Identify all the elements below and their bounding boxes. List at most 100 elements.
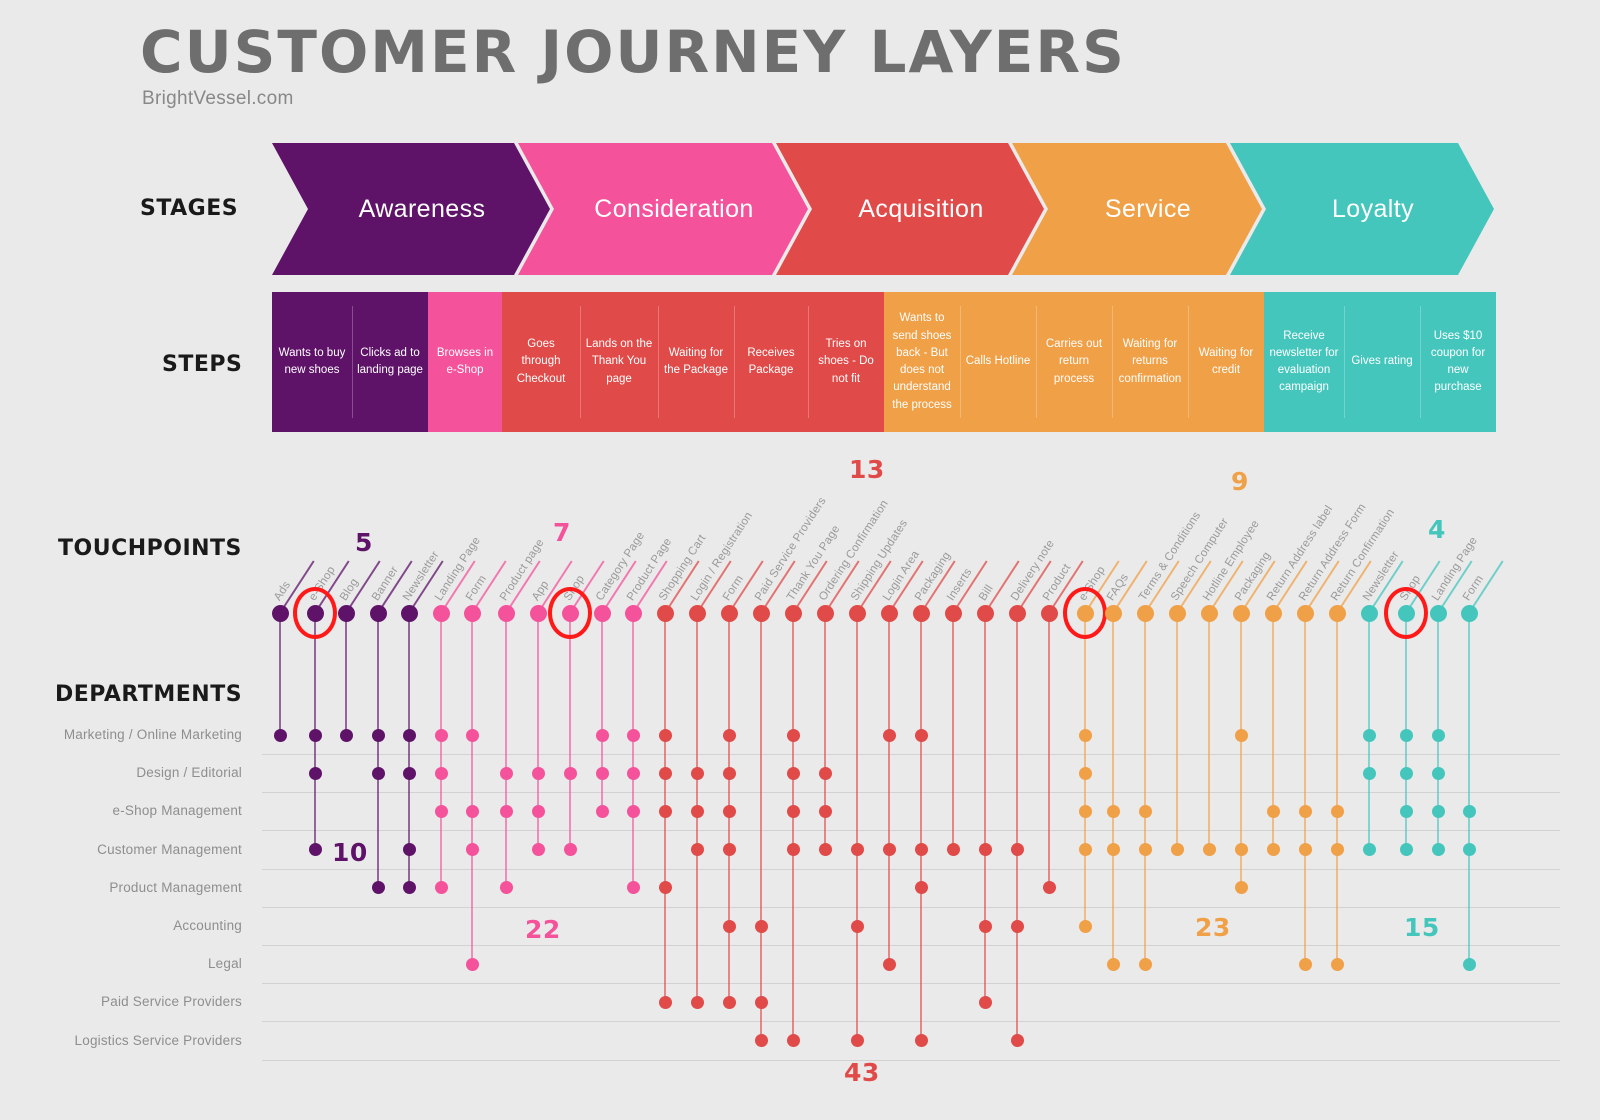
matrix-dot[interactable] xyxy=(850,919,864,933)
matrix-dot[interactable] xyxy=(1362,766,1376,780)
matrix-dot[interactable] xyxy=(1106,957,1120,971)
touchpoint-node[interactable] xyxy=(656,604,674,622)
matrix-dot[interactable] xyxy=(1362,728,1376,742)
touchpoint-node[interactable] xyxy=(1397,604,1415,622)
matrix-dot[interactable] xyxy=(339,728,353,742)
matrix-dot[interactable] xyxy=(626,766,640,780)
matrix-dot[interactable] xyxy=(1170,843,1184,857)
matrix-dot[interactable] xyxy=(434,766,448,780)
matrix-dot[interactable] xyxy=(658,995,672,1009)
touchpoint-node[interactable] xyxy=(1008,604,1026,622)
touchpoint-node[interactable] xyxy=(1360,604,1378,622)
matrix-dot[interactable] xyxy=(722,995,736,1009)
touchpoint-node[interactable] xyxy=(1168,604,1186,622)
touchpoint-node[interactable] xyxy=(400,604,418,622)
matrix-dot[interactable] xyxy=(1010,919,1024,933)
matrix-dot[interactable] xyxy=(850,1034,864,1048)
matrix-dot[interactable] xyxy=(1330,843,1344,857)
matrix-dot[interactable] xyxy=(1234,881,1248,895)
stage-chevron-service[interactable]: Service xyxy=(1012,143,1262,275)
matrix-dot[interactable] xyxy=(1106,804,1120,818)
matrix-dot[interactable] xyxy=(1298,843,1312,857)
touchpoint-node[interactable] xyxy=(1328,604,1346,622)
matrix-dot[interactable] xyxy=(308,766,322,780)
matrix-dot[interactable] xyxy=(946,843,960,857)
matrix-dot[interactable] xyxy=(1010,1034,1024,1048)
touchpoint-node[interactable] xyxy=(624,604,642,622)
matrix-dot[interactable] xyxy=(563,843,577,857)
touchpoint-node[interactable] xyxy=(463,604,481,622)
matrix-dot[interactable] xyxy=(1234,843,1248,857)
matrix-dot[interactable] xyxy=(786,1034,800,1048)
matrix-dot[interactable] xyxy=(978,919,992,933)
matrix-dot[interactable] xyxy=(1078,919,1092,933)
touchpoint-node[interactable] xyxy=(944,604,962,622)
matrix-dot[interactable] xyxy=(786,804,800,818)
matrix-dot[interactable] xyxy=(626,728,640,742)
touchpoint-node[interactable] xyxy=(912,604,930,622)
matrix-dot[interactable] xyxy=(1399,766,1413,780)
touchpoint-node[interactable] xyxy=(976,604,994,622)
matrix-dot[interactable] xyxy=(914,843,928,857)
touchpoint-node[interactable] xyxy=(1200,604,1218,622)
matrix-dot[interactable] xyxy=(531,843,545,857)
touchpoint-node[interactable] xyxy=(561,604,579,622)
matrix-dot[interactable] xyxy=(1234,728,1248,742)
touchpoint-node[interactable] xyxy=(816,604,834,622)
matrix-dot[interactable] xyxy=(1138,957,1152,971)
matrix-dot[interactable] xyxy=(1362,843,1376,857)
touchpoint-node[interactable] xyxy=(688,604,706,622)
matrix-dot[interactable] xyxy=(818,766,832,780)
matrix-dot[interactable] xyxy=(595,766,609,780)
matrix-dot[interactable] xyxy=(882,957,896,971)
touchpoint-node[interactable] xyxy=(1296,604,1314,622)
touchpoint-node[interactable] xyxy=(784,604,802,622)
matrix-dot[interactable] xyxy=(1330,957,1344,971)
matrix-dot[interactable] xyxy=(499,881,513,895)
matrix-dot[interactable] xyxy=(1078,843,1092,857)
matrix-dot[interactable] xyxy=(722,804,736,818)
touchpoint-node[interactable] xyxy=(1104,604,1122,622)
matrix-dot[interactable] xyxy=(1042,881,1056,895)
matrix-dot[interactable] xyxy=(1399,843,1413,857)
matrix-dot[interactable] xyxy=(754,919,768,933)
matrix-dot[interactable] xyxy=(658,881,672,895)
matrix-dot[interactable] xyxy=(1266,843,1280,857)
stage-chevron-consideration[interactable]: Consideration xyxy=(518,143,808,275)
matrix-dot[interactable] xyxy=(402,881,416,895)
matrix-dot[interactable] xyxy=(658,766,672,780)
matrix-dot[interactable] xyxy=(914,728,928,742)
matrix-dot[interactable] xyxy=(690,804,704,818)
matrix-dot[interactable] xyxy=(371,728,385,742)
matrix-dot[interactable] xyxy=(754,995,768,1009)
touchpoint-node[interactable] xyxy=(432,604,450,622)
matrix-dot[interactable] xyxy=(465,804,479,818)
matrix-dot[interactable] xyxy=(1010,843,1024,857)
matrix-dot[interactable] xyxy=(978,995,992,1009)
matrix-dot[interactable] xyxy=(1399,804,1413,818)
matrix-dot[interactable] xyxy=(434,881,448,895)
matrix-dot[interactable] xyxy=(465,728,479,742)
matrix-dot[interactable] xyxy=(1330,804,1344,818)
matrix-dot[interactable] xyxy=(1078,804,1092,818)
matrix-dot[interactable] xyxy=(1078,766,1092,780)
matrix-dot[interactable] xyxy=(978,843,992,857)
touchpoint-node[interactable] xyxy=(752,604,770,622)
touchpoint-node[interactable] xyxy=(1232,604,1250,622)
matrix-dot[interactable] xyxy=(595,804,609,818)
matrix-dot[interactable] xyxy=(1106,843,1120,857)
matrix-dot[interactable] xyxy=(563,766,577,780)
touchpoint-node[interactable] xyxy=(1429,604,1447,622)
matrix-dot[interactable] xyxy=(308,843,322,857)
matrix-dot[interactable] xyxy=(1431,804,1445,818)
matrix-dot[interactable] xyxy=(850,843,864,857)
matrix-dot[interactable] xyxy=(786,843,800,857)
touchpoint-node[interactable] xyxy=(369,604,387,622)
matrix-dot[interactable] xyxy=(595,728,609,742)
matrix-dot[interactable] xyxy=(1138,804,1152,818)
stage-chevron-loyalty[interactable]: Loyalty xyxy=(1230,143,1494,275)
matrix-dot[interactable] xyxy=(658,804,672,818)
matrix-dot[interactable] xyxy=(402,766,416,780)
matrix-dot[interactable] xyxy=(690,766,704,780)
stage-chevron-acquisition[interactable]: Acquisition xyxy=(776,143,1044,275)
